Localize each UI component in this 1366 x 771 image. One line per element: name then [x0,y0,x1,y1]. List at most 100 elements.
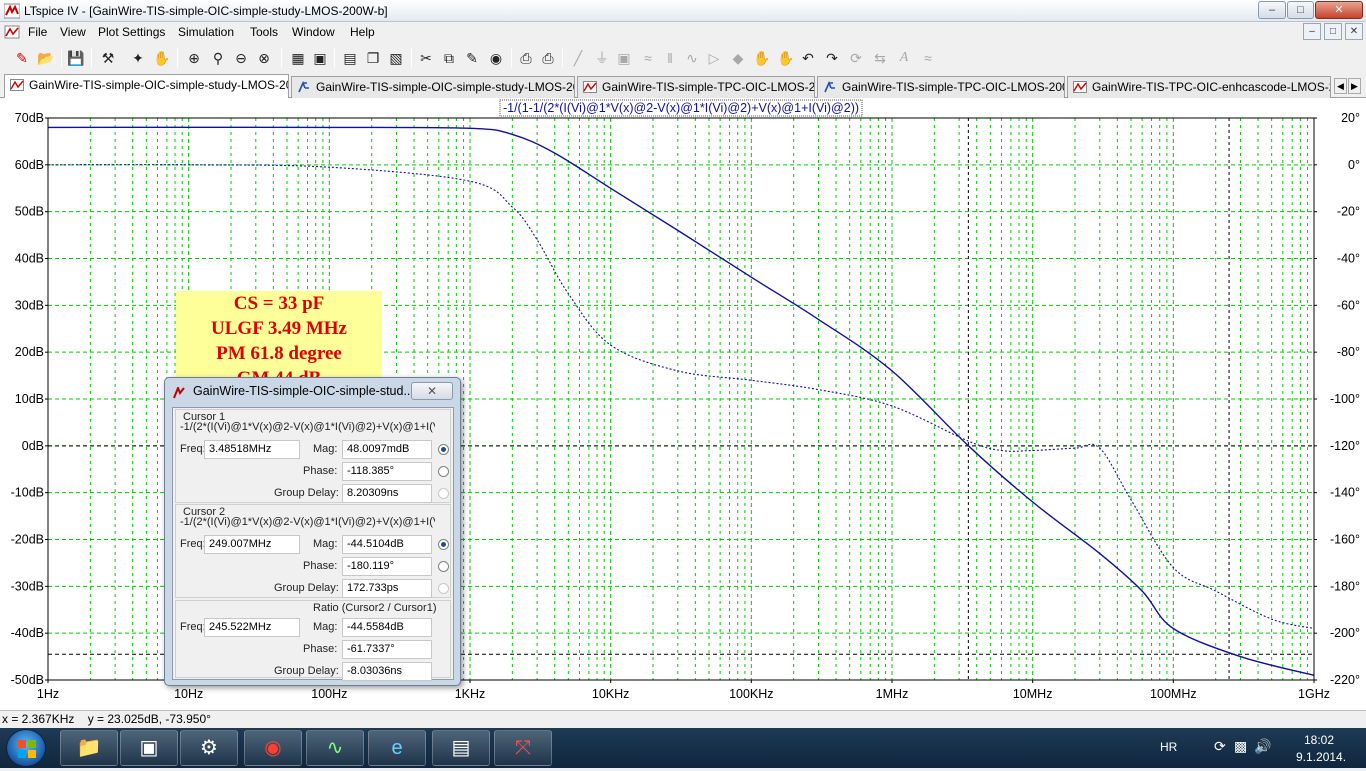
taskbar-window-icon[interactable]: ▤ [432,730,490,766]
zoom-area-icon[interactable]: ⚲ [208,48,228,68]
taskbar-app-icon[interactable]: ▣ [120,730,178,766]
menu-file[interactable]: File [28,25,47,39]
diode-icon[interactable]: ▷ [704,48,724,68]
taskbar-oscilloscope-icon[interactable]: ∿ [306,730,364,766]
ratio-phase-field[interactable]: -61.7337° [342,640,432,659]
move-icon[interactable]: ✋ [752,48,772,68]
undo-icon[interactable]: ↶ [798,48,818,68]
zoom-fit-icon[interactable]: ⊗ [254,48,274,68]
waveform-tab-icon [1073,81,1087,93]
mdi-restore-button[interactable]: □ [1324,23,1342,40]
drag-icon[interactable]: ✋ [776,48,796,68]
cursor1-mag-field[interactable]: 48.0097mdB [342,440,432,459]
menu-help[interactable]: Help [350,25,375,39]
menu-window[interactable]: Window [292,25,335,39]
menu-tools[interactable]: Tools [250,25,278,39]
tab-scroll-left-icon[interactable]: ◀ [1334,78,1347,94]
copy-icon[interactable]: ⧉ [439,48,459,68]
resistor-icon[interactable]: ≈ [638,48,658,68]
tray-sync-icon[interactable]: ⟳ [1214,738,1226,755]
mirror-icon[interactable]: ⇆ [870,48,890,68]
ground-icon[interactable]: ⏚ [592,48,612,68]
component-icon[interactable]: ◆ [728,48,748,68]
language-indicator[interactable]: HR [1160,740,1177,754]
find-icon[interactable]: ◉ [486,48,506,68]
zoom-out-icon[interactable]: ⊖ [231,48,251,68]
clock-date[interactable]: 9.1.2014. [1296,750,1346,764]
cursor1-group-delay-field[interactable]: 8.20309ns [342,484,432,503]
ltspice-app-icon[interactable] [4,3,20,19]
cursor1-mag-radio[interactable] [438,444,449,455]
cursor2-group-delay-field[interactable]: 172.733ps [342,579,432,598]
maximize-button[interactable]: □ [1287,1,1314,19]
close-window-icon[interactable]: ▧ [386,48,406,68]
label-net-icon[interactable]: ▣ [614,48,634,68]
wire-icon[interactable]: ╱ [568,48,588,68]
annotation-text-box[interactable]: CS = 33 pF ULGF 3.49 MHz PM 61.8 degree … [176,291,382,389]
minimize-button[interactable]: – [1258,1,1286,19]
rotate-icon[interactable]: ⟳ [846,48,866,68]
run-icon[interactable]: ✦ [128,48,148,68]
cut-icon[interactable]: ✂ [416,48,436,68]
cursor2-phase-radio[interactable] [438,561,449,572]
cursor1-freq-field[interactable]: 3.48518MHz [204,440,300,459]
cursor2-expression: -1/(2*(I(Vi)@1*V(x)@2-V(x)@1*I(Vi)@2)+V(… [180,516,435,528]
tab-waveform-enhcascode[interactable]: GainWire-TIS-TPC-OIC-enhcascode-LMOS-200… [1067,76,1331,98]
ratio-group-delay-field[interactable]: -8.03036ns [342,662,432,681]
control-panel-icon[interactable]: ⚒ [98,48,118,68]
menu-view[interactable]: View [60,25,86,39]
save-icon[interactable]: 💾 [66,48,86,68]
autorange-icon[interactable]: ▦ [288,48,308,68]
tray-network-icon[interactable]: ▩ [1234,738,1247,755]
pick-visible-traces-icon[interactable]: ▣ [310,48,330,68]
clock-time[interactable]: 18:02 [1304,733,1334,747]
mdi-close-button[interactable]: ✕ [1345,23,1363,40]
taskbar-antivirus-icon[interactable]: ◉ [244,730,302,766]
taskbar-tool-icon[interactable]: ⚙ [180,730,238,766]
cascade-icon[interactable]: ❐ [363,48,383,68]
cursor-readout-dialog[interactable]: GainWire-TIS-simple-OIC-simple-stud... ✕… [164,377,461,686]
taskbar-explorer-icon[interactable]: 📁 [60,730,118,766]
paste-icon[interactable]: ✎ [462,48,482,68]
x-tick-label: 1KHz [455,687,486,701]
cursor2-mag-radio[interactable] [438,539,449,550]
cursor1-group-delay-radio[interactable] [438,488,449,499]
waveform-doc-icon[interactable] [4,24,20,40]
print-icon[interactable]: ⎙ [538,48,558,68]
cursor2-freq-field[interactable]: 249.007MHz [204,535,300,554]
print-preview-icon[interactable]: ⎙ [516,48,536,68]
tray-volume-icon[interactable]: 🔊 [1254,738,1271,755]
cursor1-phase-radio[interactable] [438,466,449,477]
menu-simulation[interactable]: Simulation [178,25,234,39]
zoom-in-icon[interactable]: ⊕ [184,48,204,68]
capacitor-icon[interactable]: ‖ [660,48,680,68]
close-button[interactable]: ✕ [1315,1,1363,19]
dialog-close-button[interactable]: ✕ [411,382,453,400]
redo-icon[interactable]: ↷ [822,48,842,68]
tile-horizontal-icon[interactable]: ▤ [340,48,360,68]
mdi-minimize-button[interactable]: – [1303,23,1321,40]
tab-waveform-tpc-oic[interactable]: GainWire-TIS-simple-TPC-OIC-LMOS-200W [577,76,815,98]
menu-plot-settings[interactable]: Plot Settings [98,25,165,39]
taskbar-ltspice-icon[interactable]: ⤧ [494,730,552,766]
pan-icon[interactable]: ✋ [152,48,172,68]
cursor1-phase-field[interactable]: -118.385° [342,462,432,481]
cursor2-group-delay-radio[interactable] [438,583,449,594]
cursor2-phase-field[interactable]: -180.119° [342,557,432,576]
inductor-icon[interactable]: ∿ [682,48,702,68]
text-icon[interactable]: A [894,48,914,68]
tab-schematic-oic-study[interactable]: GainWire-TIS-simple-OIC-simple-study-LMO… [291,76,575,98]
ratio-freq-field[interactable]: 245.522MHz [204,618,300,637]
new-schematic-icon[interactable]: ✎ [12,48,32,68]
spice-directive-icon[interactable]: ≈ [918,48,938,68]
trace-expression-label[interactable]: -1/(1-1/(2*(I(Vi)@1*V(x)@2-V(x)@1*I(Vi)@… [503,101,859,115]
tab-waveform-oic-study[interactable]: GainWire-TIS-simple-OIC-simple-study-LMO… [4,74,289,99]
start-button[interactable] [6,729,46,767]
taskbar-internet-explorer-icon[interactable]: e [368,730,426,766]
tab-schematic-tpc-oic[interactable]: GainWire-TIS-simple-TPC-OIC-LMOS-200W-b [817,76,1065,98]
open-icon[interactable]: 📂 [36,48,56,68]
tab-scroll-right-icon[interactable]: ▶ [1348,78,1361,94]
toolbar-separator [177,48,178,68]
cursor2-mag-field[interactable]: -44.5104dB [342,535,432,554]
ratio-mag-field[interactable]: -44.5584dB [342,618,432,637]
